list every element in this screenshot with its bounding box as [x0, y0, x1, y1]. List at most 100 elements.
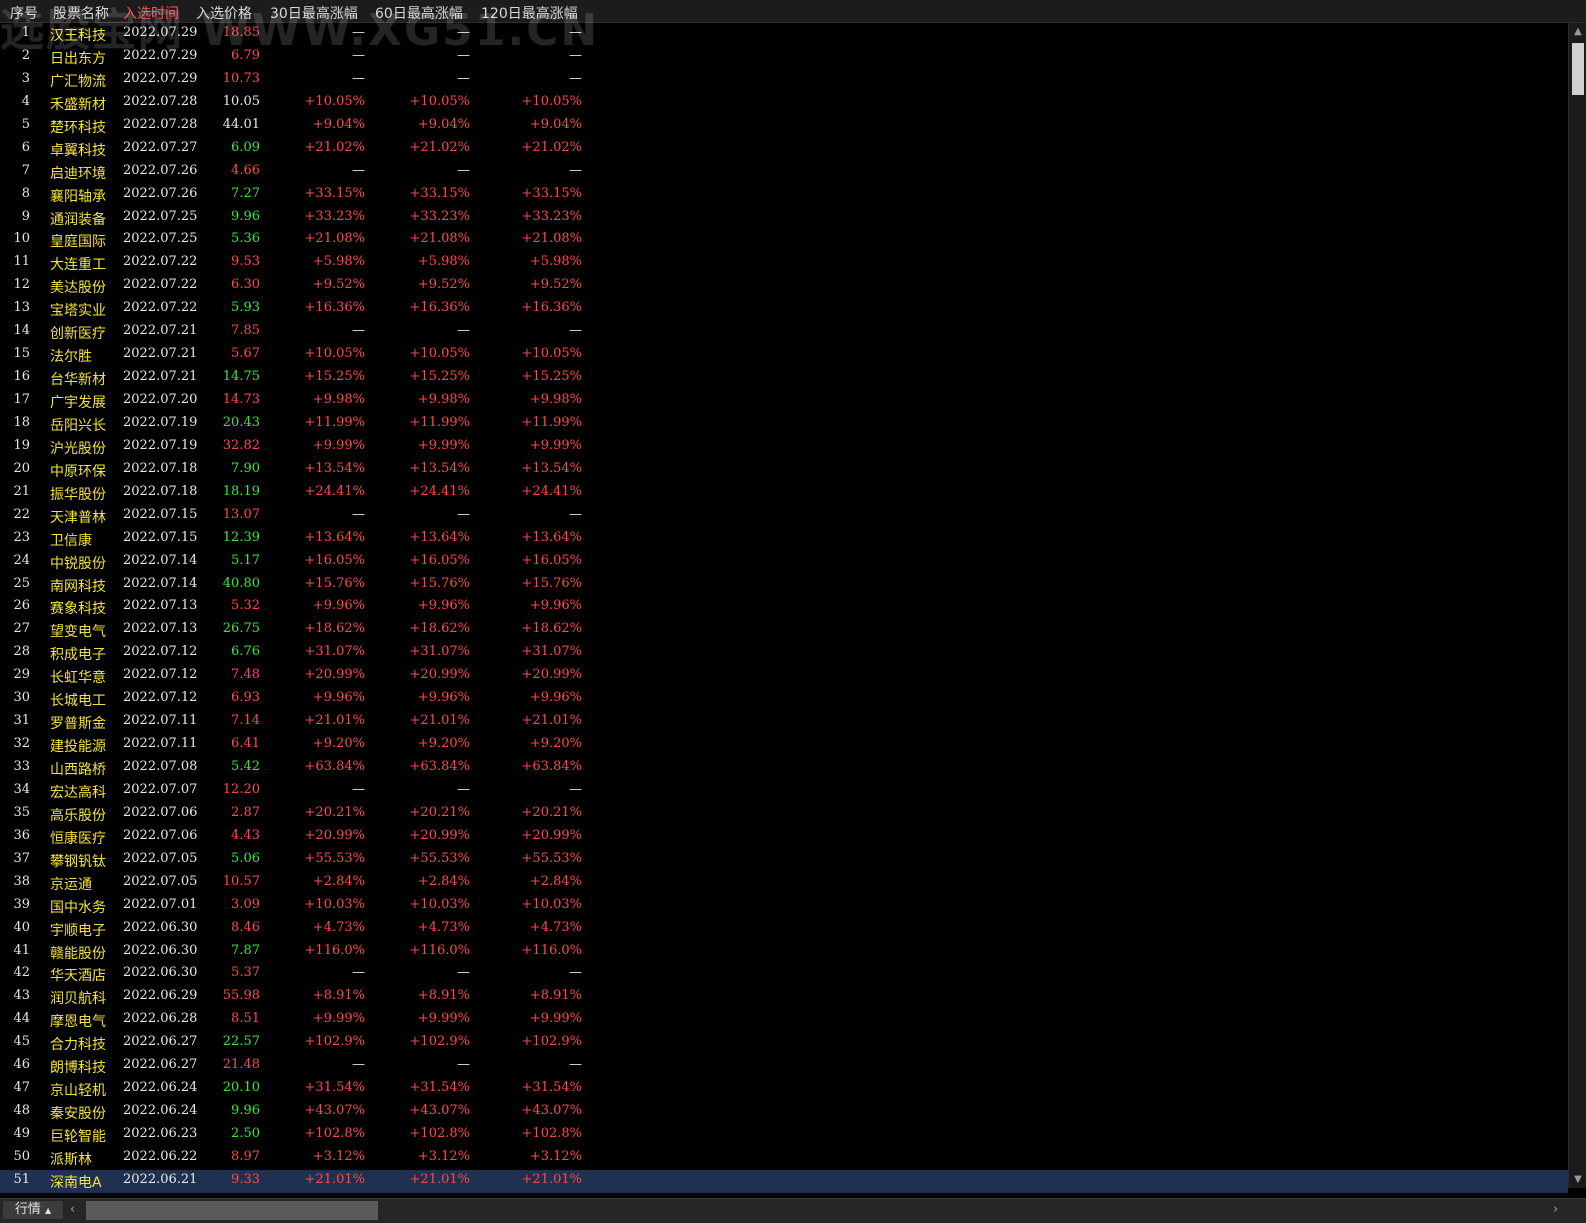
table-row[interactable]: 33 山西路桥 2022.07.08 5.42 +63.84% +63.84% +63.84… — [0, 757, 1568, 780]
gain-120d: +20.99% — [521, 827, 582, 843]
header-index[interactable]: 序号 — [10, 3, 38, 23]
row-index: 36 — [13, 827, 30, 843]
table-row[interactable]: 28 积成电子 2022.07.12 6.76 +31.07% +31.07% +31.07… — [0, 642, 1568, 665]
row-index: 42 — [13, 965, 30, 981]
table-row[interactable]: 40 宇顺电子 2022.06.30 8.46 +4.73% +4.73% +4.73% — [0, 918, 1568, 941]
table-row[interactable]: 20 中原环保 2022.07.18 7.90 +13.54% +13.54% +13.54… — [0, 459, 1568, 482]
table-row[interactable]: 30 长城电工 2022.07.12 6.93 +9.96% +9.96% +9.96% — [0, 688, 1568, 711]
table-row[interactable]: 35 高乐股份 2022.07.06 2.87 +20.21% +20.21% +20.21… — [0, 803, 1568, 826]
stock-name: 天津普林 — [50, 509, 106, 526]
table-row[interactable]: 42 华天酒店 2022.06.30 5.37 — — — — [0, 963, 1568, 986]
gain-120d: — — [569, 506, 582, 522]
table-row[interactable]: 46 朗博科技 2022.06.27 21.48 — — — — [0, 1055, 1568, 1078]
row-index: 12 — [13, 277, 30, 293]
table-row[interactable]: 51 深南电A 2022.06.21 9.33 +21.01% +21.01% +21.01… — [0, 1169, 1568, 1193]
header-gain30[interactable]: 30日最高涨幅 — [270, 3, 358, 23]
header-gain60[interactable]: 60日最高涨幅 — [375, 3, 463, 23]
chevron-down-icon[interactable]: ▼ — [1569, 1174, 1586, 1185]
table-row[interactable]: 43 润贝航科 2022.06.29 55.98 +8.91% +8.91% +8.91% — [0, 986, 1568, 1009]
horizontal-scroll-thumb[interactable] — [86, 1201, 378, 1220]
table-row[interactable]: 2 日出东方 2022.07.29 6.79 — — — — [0, 46, 1568, 69]
header-gain120[interactable]: 120日最高涨幅 — [481, 3, 578, 23]
gain-30d: +15.25% — [304, 369, 365, 385]
table-row[interactable]: 12 美达股份 2022.07.22 6.30 +9.52% +9.52% +9.52% — [0, 275, 1568, 298]
gain-30d: +11.99% — [304, 414, 365, 430]
table-row[interactable]: 9 通润装备 2022.07.25 9.96 +33.23% +33.23% +33.23% — [0, 207, 1568, 230]
stock-name: 巨轮智能 — [50, 1129, 106, 1145]
stock-name: 广汇物流 — [50, 73, 106, 90]
table-row[interactable]: 7 启迪环境 2022.07.26 4.66 — — — — [0, 161, 1568, 184]
table-row[interactable]: 45 合力科技 2022.06.27 22.57 +102.9% +102.9% +102.… — [0, 1032, 1568, 1055]
table-row[interactable]: 13 宝塔实业 2022.07.22 5.93 +16.36% +16.36% +16.36… — [0, 298, 1568, 321]
gain-30d: +33.15% — [304, 185, 365, 201]
header-date[interactable]: 入选时间 — [123, 3, 179, 23]
header-name[interactable]: 股票名称 — [53, 3, 109, 23]
gain-30d: — — [352, 47, 365, 63]
table-row[interactable]: 21 振华股份 2022.07.18 18.19 +24.41% +24.41% +24.4… — [0, 482, 1568, 505]
vertical-scroll-thumb[interactable] — [1572, 43, 1584, 95]
table-row[interactable]: 26 赛象科技 2022.07.13 5.32 +9.96% +9.96% +9.96% — [0, 596, 1568, 619]
chevron-left-icon[interactable]: ‹ — [70, 1202, 75, 1217]
table-row[interactable]: 16 台华新材 2022.07.21 14.75 +15.25% +15.25% +15.2… — [0, 367, 1568, 390]
table-row[interactable]: 22 天津普林 2022.07.15 13.07 — — — — [0, 505, 1568, 528]
table-row[interactable]: 25 南网科技 2022.07.14 40.80 +15.76% +15.76% +15.7… — [0, 574, 1568, 597]
table-row[interactable]: 37 攀钢钒钛 2022.07.05 5.06 +55.53% +55.53% +55.53… — [0, 849, 1568, 872]
stock-name: 卓翼科技 — [50, 142, 106, 159]
select-date: 2022.07.11 — [123, 736, 198, 752]
gain-60d: +9.52% — [417, 277, 470, 293]
table-row[interactable]: 10 皇庭国际 2022.07.25 5.36 +21.08% +21.08% +21.08… — [0, 229, 1568, 252]
select-date: 2022.07.12 — [123, 644, 198, 660]
table-row[interactable]: 3 广汇物流 2022.07.29 10.73 — — — — [0, 69, 1568, 92]
table-row[interactable]: 1 汉王科技 2022.07.29 18.85 — — — — [0, 23, 1568, 46]
table-row[interactable]: 31 罗普斯金 2022.07.11 7.14 +21.01% +21.01% +21.01… — [0, 711, 1568, 734]
table-row[interactable]: 34 宏达高科 2022.07.07 12.20 — — — — [0, 780, 1568, 803]
table-row[interactable]: 4 禾盛新材 2022.07.28 10.05 +10.05% +10.05% +10.05… — [0, 92, 1568, 115]
table-row[interactable]: 8 襄阳轴承 2022.07.26 7.27 +33.15% +33.15% +33.15% — [0, 184, 1568, 207]
chevron-up-icon[interactable]: ▲ — [1569, 26, 1586, 37]
table-row[interactable]: 14 创新医疗 2022.07.21 7.85 — — — — [0, 321, 1568, 344]
select-date: 2022.07.15 — [123, 529, 198, 545]
gain-60d: +10.05% — [409, 346, 470, 362]
chevron-right-icon[interactable]: › — [1553, 1202, 1558, 1217]
table-row[interactable]: 11 大连重工 2022.07.22 9.53 +5.98% +5.98% +5.98% — [0, 252, 1568, 275]
table-row[interactable]: 36 恒康医疗 2022.07.06 4.43 +20.99% +20.99% +20.99… — [0, 826, 1568, 849]
gain-60d: — — [457, 70, 470, 86]
table-row[interactable]: 18 岳阳兴长 2022.07.19 20.43 +11.99% +11.99% +11.9… — [0, 413, 1568, 436]
table-row[interactable]: 47 京山轻机 2022.06.24 20.10 +31.54% +31.54% +31.5… — [0, 1078, 1568, 1101]
select-price: 7.87 — [231, 942, 260, 958]
table-row[interactable]: 24 中锐股份 2022.07.14 5.17 +16.05% +16.05% +16.05… — [0, 551, 1568, 574]
gain-120d: — — [569, 162, 582, 178]
gain-120d: +63.84% — [521, 759, 582, 774]
select-date: 2022.07.29 — [123, 70, 198, 86]
table-row[interactable]: 49 巨轮智能 2022.06.23 2.50 +102.8% +102.8% +102.8… — [0, 1124, 1568, 1147]
gain-120d: +9.20% — [529, 736, 582, 752]
table-row[interactable]: 41 赣能股份 2022.06.30 7.87 +116.0% +116.0% +116.0… — [0, 941, 1568, 964]
table-row[interactable]: 17 广宇发展 2022.07.20 14.73 +9.98% +9.98% +9.98% — [0, 390, 1568, 413]
gain-30d: +20.99% — [304, 827, 365, 843]
table-row[interactable]: 5 楚环科技 2022.07.28 44.01 +9.04% +9.04% +9.04% — [0, 115, 1568, 138]
table-row[interactable]: 6 卓翼科技 2022.07.27 6.09 +21.02% +21.02% +21.02% — [0, 138, 1568, 161]
table-row[interactable]: 32 建投能源 2022.07.11 6.41 +9.20% +9.20% +9.20% — [0, 734, 1568, 757]
gain-120d: +21.01% — [521, 713, 582, 729]
table-row[interactable]: 38 京运通 2022.07.05 10.57 +2.84% +2.84% +2.84% — [0, 872, 1568, 895]
table-row[interactable]: 19 沪光股份 2022.07.19 32.82 +9.99% +9.99% +9.99% — [0, 436, 1568, 459]
table-row[interactable]: 50 派斯林 2022.06.22 8.97 +3.12% +3.12% +3.12% — [0, 1147, 1568, 1170]
gain-120d: — — [569, 781, 582, 797]
table-row[interactable]: 39 国中水务 2022.07.01 3.09 +10.03% +10.03% +10.03… — [0, 895, 1568, 918]
gain-30d: — — [352, 162, 365, 178]
table-row[interactable]: 15 法尔胜 2022.07.21 5.67 +10.05% +10.05% +10.05% — [0, 344, 1568, 367]
stock-name: 摩恩电气 — [50, 1014, 106, 1031]
gain-120d: +16.05% — [521, 552, 582, 568]
header-price[interactable]: 入选价格 — [196, 3, 252, 23]
table-row[interactable]: 29 长虹华意 2022.07.12 7.48 +20.99% +20.99% +20.99… — [0, 665, 1568, 688]
table-row[interactable]: 48 秦安股份 2022.06.24 9.96 +43.07% +43.07% +43.07… — [0, 1101, 1568, 1124]
table-row[interactable]: 44 摩恩电气 2022.06.28 8.51 +9.99% +9.99% +9.99% — [0, 1009, 1568, 1032]
tab-hangqing[interactable]: 行情 ▲ — [3, 1201, 63, 1219]
select-price: 6.76 — [231, 644, 260, 660]
table-row[interactable]: 27 望变电气 2022.07.13 26.75 +18.62% +18.62% +18.6… — [0, 619, 1568, 642]
gain-60d: +2.84% — [417, 873, 470, 889]
select-date: 2022.06.29 — [123, 988, 198, 1004]
table-row[interactable]: 23 卫信康 2022.07.15 12.39 +13.64% +13.64% +13.64… — [0, 528, 1568, 551]
gain-60d: — — [457, 323, 470, 339]
vertical-scrollbar[interactable]: ▲ ▼ — [1568, 23, 1586, 1188]
